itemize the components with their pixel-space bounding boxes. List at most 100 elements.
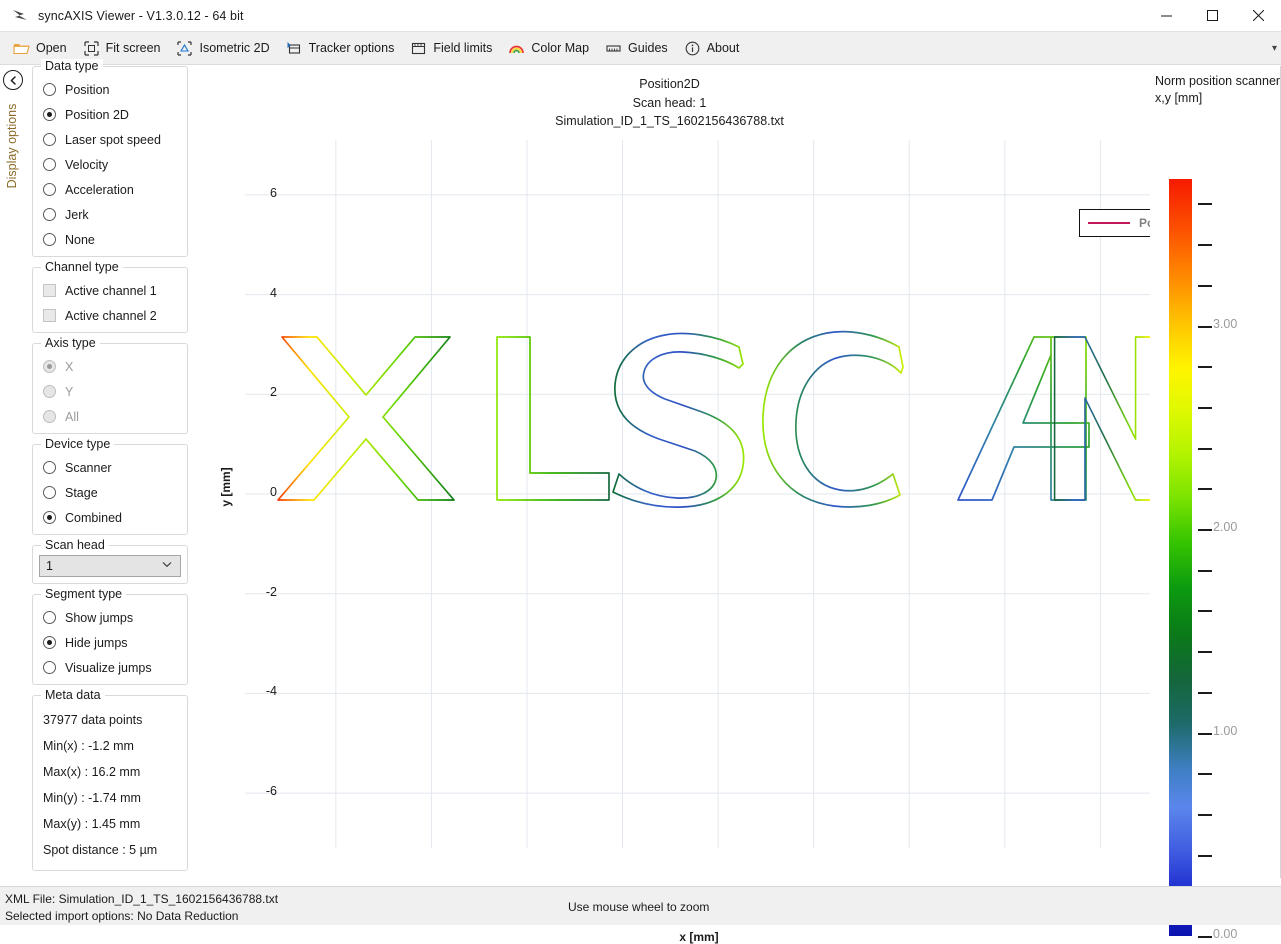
toolbar-item-label: Color Map xyxy=(531,41,589,55)
color-map-icon xyxy=(508,40,525,57)
radio-indicator-icon xyxy=(43,83,56,96)
status-hint: Use mouse wheel to zoom xyxy=(568,900,709,914)
plot-title-line1: Position2D xyxy=(192,75,1147,94)
main-toolbar: Open Fit screen Isometric 2D Tra xyxy=(0,32,1281,65)
guides-icon xyxy=(605,40,622,57)
plot-title-line2: Scan head: 1 xyxy=(192,94,1147,113)
group-axis-type: Axis type X Y All xyxy=(32,343,188,434)
radio-axis-x: X xyxy=(39,354,181,379)
radio-indicator-icon xyxy=(43,661,56,674)
radio-jerk[interactable]: Jerk xyxy=(39,202,181,227)
toolbar-item-label: Fit screen xyxy=(106,41,161,55)
toolbar-about-button[interactable]: About xyxy=(677,36,747,61)
radio-indicator-icon xyxy=(43,636,56,649)
colorbar-minor-tick xyxy=(1198,773,1212,775)
radio-position-2d[interactable]: Position 2D xyxy=(39,102,181,127)
radio-acceleration[interactable]: Acceleration xyxy=(39,177,181,202)
option-label: Acceleration xyxy=(65,183,134,197)
radio-velocity[interactable]: Velocity xyxy=(39,152,181,177)
radio-indicator-icon xyxy=(43,183,56,196)
toolbar-isometric-2d-button[interactable]: Isometric 2D xyxy=(169,36,276,61)
isometric-2d-icon xyxy=(176,40,193,57)
radio-indicator-icon xyxy=(43,133,56,146)
group-legend: Meta data xyxy=(41,688,105,702)
info-icon xyxy=(684,40,701,57)
plot-title: Position2D Scan head: 1 Simulation_ID_1_… xyxy=(192,75,1147,131)
maximize-button[interactable] xyxy=(1189,0,1235,32)
colorbar-minor-tick xyxy=(1198,814,1212,816)
toolbar-item-label: Open xyxy=(36,41,67,55)
option-label: Scanner xyxy=(65,461,112,475)
chevron-left-icon xyxy=(9,76,18,85)
toolbar-item-label: About xyxy=(707,41,740,55)
radio-axis-all: All xyxy=(39,404,181,429)
meta-min-x: Min(x) : -1.2 mm xyxy=(39,733,181,759)
y-axis-tick-label: -4 xyxy=(237,684,277,698)
checkbox-active-channel-2[interactable]: Active channel 2 xyxy=(39,303,181,328)
radio-device-combined[interactable]: Combined xyxy=(39,505,181,530)
toolbar-open-button[interactable]: Open xyxy=(6,36,74,61)
toolbar-tracker-options-button[interactable]: Tracker options xyxy=(279,36,402,61)
toolbar-guides-button[interactable]: Guides xyxy=(598,36,675,61)
toolbar-item-label: Guides xyxy=(628,41,668,55)
toolbar-field-limits-button[interactable]: Field limits xyxy=(403,36,499,61)
colorbar-minor-tick xyxy=(1198,651,1212,653)
colorbar-major-tick xyxy=(1200,733,1208,735)
minimize-button[interactable] xyxy=(1143,0,1189,32)
option-label: Combined xyxy=(65,511,122,525)
toolbar-overflow-button[interactable]: ▾ xyxy=(1272,43,1277,54)
meta-data-points: 37977 data points xyxy=(39,707,181,733)
colorbar-minor-tick xyxy=(1198,610,1212,612)
group-legend: Segment type xyxy=(41,587,126,601)
toolbar-item-label: Field limits xyxy=(433,41,492,55)
option-label: Laser spot speed xyxy=(65,133,161,147)
colorbar-minor-tick xyxy=(1198,366,1212,368)
toolbar-fit-screen-button[interactable]: Fit screen xyxy=(76,36,168,61)
colorbar-minor-tick xyxy=(1198,855,1212,857)
group-legend: Scan head xyxy=(41,538,109,552)
colorbar-minor-tick xyxy=(1198,407,1212,409)
option-label: Hide jumps xyxy=(65,636,128,650)
option-label: Y xyxy=(65,385,73,399)
radio-axis-y: Y xyxy=(39,379,181,404)
plot-title-line3: Simulation_ID_1_TS_1602156436788.txt xyxy=(192,112,1147,131)
colorbar-panel: Norm position scanner x,y [mm] 3.002.001… xyxy=(1150,66,1281,878)
radio-indicator-icon xyxy=(43,461,56,474)
meta-spot-distance: Spot distance : 5 µm xyxy=(39,837,181,863)
plot-area[interactable]: Position x [mm] y [mm] 02468101214166420… xyxy=(245,140,1153,848)
radio-visualize-jumps[interactable]: Visualize jumps xyxy=(39,655,181,680)
toolbar-color-map-button[interactable]: Color Map xyxy=(501,36,596,61)
collapse-panel-button[interactable] xyxy=(3,70,23,90)
window-controls xyxy=(1143,0,1281,32)
colorbar-title: Norm position scanner x,y [mm] xyxy=(1155,73,1281,107)
close-button[interactable] xyxy=(1235,0,1281,32)
toolbar-item-label: Tracker options xyxy=(309,41,395,55)
display-options-dock: Display options xyxy=(0,66,26,246)
radio-device-stage[interactable]: Stage xyxy=(39,480,181,505)
scan-path-series xyxy=(245,140,1153,848)
group-legend: Axis type xyxy=(41,336,100,350)
radio-position[interactable]: Position xyxy=(39,77,181,102)
display-options-label: Display options xyxy=(5,91,19,201)
option-label: Jerk xyxy=(65,208,89,222)
radio-none[interactable]: None xyxy=(39,227,181,252)
radio-hide-jumps[interactable]: Hide jumps xyxy=(39,630,181,655)
option-label: Active channel 2 xyxy=(65,309,157,323)
checkbox-active-channel-1[interactable]: Active channel 1 xyxy=(39,278,181,303)
group-channel-type: Channel type Active channel 1 Active cha… xyxy=(32,267,188,333)
colorbar-title-line1: Norm position scanner xyxy=(1155,73,1281,90)
radio-indicator-icon xyxy=(43,410,56,423)
radio-show-jumps[interactable]: Show jumps xyxy=(39,605,181,630)
scan-head-select[interactable]: 1 xyxy=(39,555,181,577)
group-legend: Data type xyxy=(41,59,103,73)
group-scan-head: Scan head 1 xyxy=(32,545,188,584)
radio-device-scanner[interactable]: Scanner xyxy=(39,455,181,480)
radio-laser-spot-speed[interactable]: Laser spot speed xyxy=(39,127,181,152)
chevron-down-icon xyxy=(162,560,172,571)
colorbar-major-tick xyxy=(1200,529,1208,531)
status-bar: XML File: Simulation_ID_1_TS_16021564367… xyxy=(0,886,1281,925)
plot-panel[interactable]: Position2D Scan head: 1 Simulation_ID_1_… xyxy=(192,66,1147,878)
option-label: None xyxy=(65,233,95,247)
group-meta-data: Meta data 37977 data points Min(x) : -1.… xyxy=(32,695,188,871)
checkbox-indicator-icon xyxy=(43,309,56,322)
